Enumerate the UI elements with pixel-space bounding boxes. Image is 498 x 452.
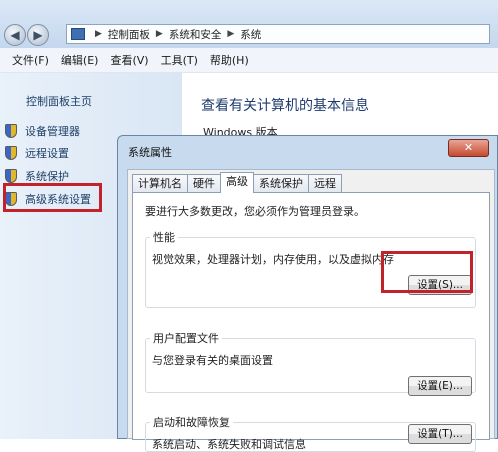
chevron-right-icon: ▶ xyxy=(95,29,102,39)
user-profiles-group: 用户配置文件 与您登录有关的桌面设置 设置(E)... xyxy=(145,330,476,396)
admin-note: 要进行大多数更改，您必须作为管理员登录。 xyxy=(145,205,365,218)
user-profiles-desc: 与您登录有关的桌面设置 xyxy=(152,354,273,367)
breadcrumb-system[interactable]: 系统 xyxy=(240,27,261,42)
tab-advanced[interactable]: 高级 xyxy=(220,172,254,193)
task-remote-settings[interactable]: 远程设置 xyxy=(5,145,69,161)
address-bar[interactable]: ▶ 控制面板 ▶ 系统和安全 ▶ 系统 xyxy=(66,24,490,44)
task-device-manager[interactable]: 设备管理器 xyxy=(5,123,80,139)
highlight-box-advanced-settings xyxy=(3,183,102,212)
close-button[interactable]: ✕ xyxy=(448,139,489,157)
breadcrumb-control-panel[interactable]: 控制面板 xyxy=(108,27,150,42)
chevron-right-icon: ▶ xyxy=(227,29,235,39)
menu-file[interactable]: 文件(F) xyxy=(12,52,49,68)
close-icon: ✕ xyxy=(463,141,474,154)
highlight-box-performance-settings xyxy=(381,251,473,293)
menu-edit[interactable]: 编辑(E) xyxy=(61,52,99,68)
shield-icon xyxy=(5,124,17,138)
startup-recovery-title: 启动和故障恢复 xyxy=(150,414,233,430)
startup-recovery-settings-button[interactable]: 设置(T)... xyxy=(408,424,472,444)
shield-icon xyxy=(5,169,17,183)
page-title: 查看有关计算机的基本信息 xyxy=(201,98,369,114)
dialog-title: 系统属性 xyxy=(128,146,172,159)
startup-recovery-group: 启动和故障恢复 系统启动、系统失败和调试信息 设置(T)... xyxy=(145,414,476,452)
user-profiles-settings-button[interactable]: 设置(E)... xyxy=(408,376,472,396)
performance-desc: 视觉效果，处理器计划，内存使用，以及虚拟内存 xyxy=(152,253,394,266)
advanced-tab-panel: 要进行大多数更改，您必须作为管理员登录。 性能 视觉效果，处理器计划，内存使用，… xyxy=(132,192,490,452)
dialog-body: 计算机名 硬件 高级 系统保护 远程 要进行大多数更改，您必须作为管理员登录。 … xyxy=(127,169,495,452)
task-label: 设备管理器 xyxy=(25,125,80,138)
tab-system-protection[interactable]: 系统保护 xyxy=(253,174,309,192)
tab-computer-name[interactable]: 计算机名 xyxy=(132,174,188,192)
task-label: 远程设置 xyxy=(25,147,69,160)
menu-help[interactable]: 帮助(H) xyxy=(210,52,249,68)
control-panel-home-link[interactable]: 控制面板主页 xyxy=(26,93,92,109)
startup-recovery-desc: 系统启动、系统失败和调试信息 xyxy=(152,438,306,451)
title-bar: ◀ ▶ ▶ 控制面板 ▶ 系统和安全 ▶ 系统 xyxy=(0,0,498,48)
user-profiles-title: 用户配置文件 xyxy=(150,330,222,346)
tab-remote[interactable]: 远程 xyxy=(308,174,342,192)
task-system-protection[interactable]: 系统保护 xyxy=(5,168,69,184)
menu-bar: 文件(F) 编辑(E) 查看(V) 工具(T) 帮助(H) xyxy=(0,48,498,73)
menu-tools[interactable]: 工具(T) xyxy=(161,52,198,68)
tab-strip: 计算机名 硬件 高级 系统保护 远程 xyxy=(132,172,342,193)
menu-view[interactable]: 查看(V) xyxy=(110,52,148,68)
performance-title: 性能 xyxy=(150,229,178,245)
forward-button[interactable]: ▶ xyxy=(27,24,49,46)
chevron-right-icon: ▶ xyxy=(155,29,163,39)
back-button[interactable]: ◀ xyxy=(4,24,26,46)
task-label: 系统保护 xyxy=(25,170,69,183)
control-panel-icon xyxy=(71,28,85,40)
tab-hardware[interactable]: 硬件 xyxy=(187,174,221,192)
shield-icon xyxy=(5,146,17,160)
breadcrumb-system-security[interactable]: 系统和安全 xyxy=(169,27,222,42)
